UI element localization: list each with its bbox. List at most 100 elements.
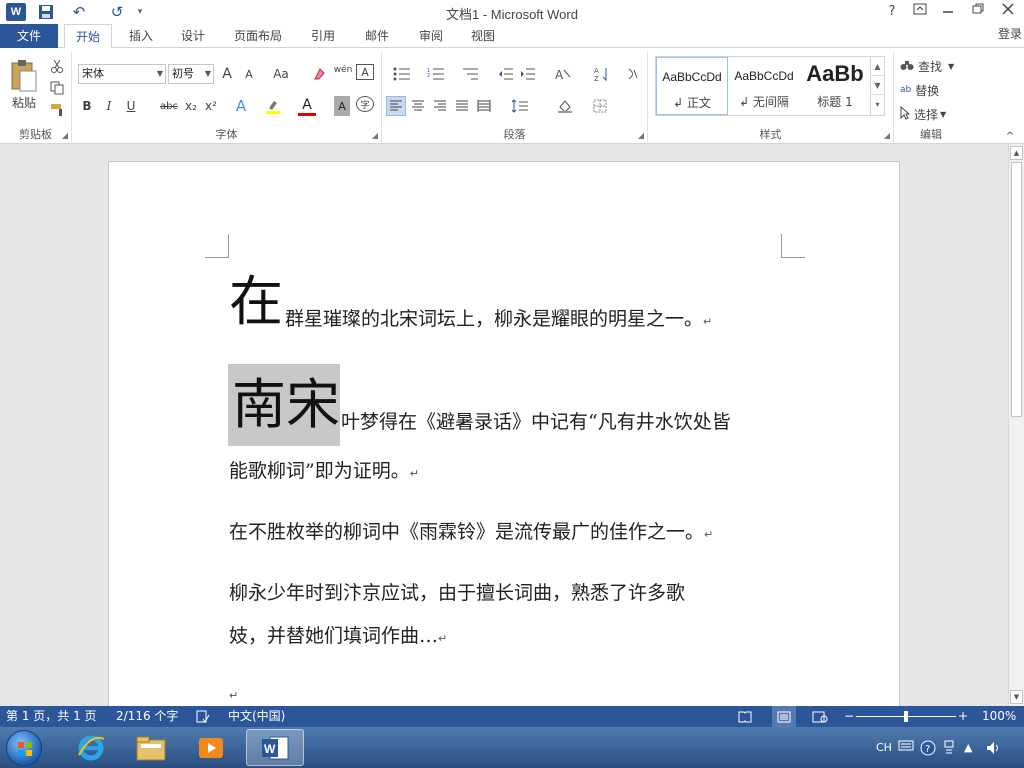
text-effects-button[interactable]: A <box>232 96 250 116</box>
proofing-icon[interactable] <box>196 706 210 727</box>
input-language-indicator[interactable]: CH <box>876 727 892 768</box>
page-count[interactable]: 第 1 页，共 1 页 <box>6 706 97 727</box>
more-icon[interactable]: ▾ <box>871 95 884 114</box>
style-heading-1[interactable]: AaBb 标题 1 <box>800 57 870 115</box>
tab-references[interactable]: 引用 <box>302 24 344 48</box>
sort-icon[interactable]: AZ <box>592 64 612 84</box>
internet-explorer-icon[interactable] <box>62 729 120 766</box>
windows-start-button[interactable] <box>6 730 42 766</box>
font-name-combo[interactable]: 宋体 ▼ <box>78 64 166 84</box>
minimize-icon[interactable] <box>934 2 962 22</box>
paragraph-text[interactable]: 妓，并替她们填词作曲…↵ <box>229 621 447 648</box>
styles-gallery-scroll[interactable]: ▲ ▼ ▾ <box>870 57 884 115</box>
justify-icon[interactable] <box>452 96 472 116</box>
bullets-icon[interactable] <box>388 64 416 84</box>
tab-home[interactable]: 开始 <box>64 24 112 49</box>
superscript-button[interactable]: x² <box>202 96 220 116</box>
multilevel-list-icon[interactable] <box>456 64 484 84</box>
format-painter-icon[interactable] <box>48 100 66 120</box>
tab-mailings[interactable]: 邮件 <box>356 24 398 48</box>
character-border-icon[interactable]: A <box>356 64 374 80</box>
keyboard-icon[interactable] <box>898 727 914 768</box>
word-taskbar-icon[interactable]: W <box>246 729 304 766</box>
document-page[interactable]: 在 群星璀璨的北宋词坛上，柳永是耀眼的明星之一。↵ 南宋 叶梦得在《避暑录话》中… <box>108 161 900 706</box>
copy-icon[interactable] <box>48 78 66 98</box>
underline-button[interactable]: U <box>122 96 140 116</box>
media-player-icon[interactable] <box>182 729 240 766</box>
collapse-ribbon-icon[interactable]: ^ <box>1002 126 1018 146</box>
zoom-level[interactable]: 100% <box>982 706 1016 727</box>
strikethrough-button[interactable]: abc <box>158 96 180 116</box>
increase-indent-icon[interactable] <box>518 64 538 84</box>
language-status[interactable]: 中文(中国) <box>228 706 285 727</box>
subscript-button[interactable]: x₂ <box>182 96 200 116</box>
enclose-characters-button[interactable]: 字 <box>356 96 374 112</box>
paragraph-text[interactable]: 群星璀璨的北宋词坛上，柳永是耀眼的明星之一。↵ <box>285 304 712 331</box>
distributed-icon[interactable] <box>474 96 494 116</box>
bold-button[interactable]: B <box>78 96 96 116</box>
dropcap[interactable]: 在 <box>229 272 283 332</box>
highlight-icon[interactable] <box>264 96 282 116</box>
font-color-button[interactable]: A <box>298 96 316 116</box>
paragraph-text[interactable]: 柳永少年时到汴京应试，由于擅长词曲，熟悉了许多歌 <box>229 578 685 605</box>
clear-formatting-icon[interactable] <box>310 64 328 84</box>
styles-launcher-icon[interactable]: ◢ <box>884 131 890 140</box>
help-tray-icon[interactable]: ? <box>920 727 936 768</box>
paragraph-text[interactable]: 在不胜枚举的柳词中《雨霖铃》是流传最广的佳作之一。↵ <box>229 517 713 544</box>
web-layout-icon[interactable] <box>812 706 828 727</box>
empty-paragraph[interactable]: ↵ <box>229 682 238 704</box>
find-button[interactable]: 查找 ▼ <box>900 56 962 76</box>
close-icon[interactable] <box>994 2 1022 22</box>
print-layout-icon[interactable] <box>772 706 796 727</box>
borders-icon[interactable] <box>586 96 614 116</box>
tab-file[interactable]: 文件 <box>0 24 58 48</box>
character-shading-button[interactable]: A <box>334 96 350 116</box>
help-button[interactable]: ? <box>878 2 906 22</box>
shading-icon[interactable] <box>550 96 580 116</box>
chevron-down-icon[interactable]: ▼ <box>871 76 884 95</box>
file-explorer-icon[interactable] <box>122 729 180 766</box>
style-no-spacing[interactable]: AaBbCcDd ↲ 无间隔 <box>728 57 800 115</box>
word-count[interactable]: 2/116 个字 <box>116 706 178 727</box>
ime-options-icon[interactable] <box>944 727 954 768</box>
tab-review[interactable]: 审阅 <box>410 24 452 48</box>
change-case-button[interactable]: Aa <box>266 64 296 84</box>
line-spacing-icon[interactable] <box>506 96 534 116</box>
grow-font-button[interactable]: A <box>218 64 236 84</box>
decrease-indent-icon[interactable] <box>496 64 516 84</box>
tab-insert[interactable]: 插入 <box>120 24 162 48</box>
show-marks-icon[interactable] <box>622 64 642 84</box>
scroll-thumb[interactable] <box>1011 162 1022 417</box>
zoom-out-icon[interactable]: − <box>844 706 854 727</box>
tab-view[interactable]: 视图 <box>462 24 504 48</box>
phonetic-guide-button[interactable]: wén <box>332 60 354 80</box>
asian-layout-icon[interactable]: A <box>550 64 576 84</box>
align-left-icon[interactable] <box>386 96 406 116</box>
paste-button[interactable]: 粘贴 <box>6 94 42 110</box>
scroll-down-icon[interactable]: ▼ <box>1010 690 1023 704</box>
paste-icon[interactable] <box>6 56 42 96</box>
zoom-slider-thumb[interactable] <box>904 711 908 722</box>
shrink-font-button[interactable]: A <box>240 64 258 84</box>
font-launcher-icon[interactable]: ◢ <box>372 131 378 140</box>
font-size-combo[interactable]: 初号 ▼ <box>168 64 214 84</box>
paragraph-text[interactable]: 叶梦得在《避暑录话》中记有“凡有井水饮处皆 <box>341 407 731 434</box>
dropcap-selected[interactable]: 南宋 <box>228 364 340 446</box>
select-button[interactable]: 选择 ▼ <box>900 104 962 124</box>
chevron-up-icon[interactable]: ▲ <box>871 57 884 76</box>
italic-button[interactable]: I <box>100 96 118 116</box>
tab-page-layout[interactable]: 页面布局 <box>228 24 288 48</box>
cut-icon[interactable] <box>48 56 66 76</box>
volume-icon[interactable] <box>986 727 1002 768</box>
zoom-in-icon[interactable]: + <box>958 706 968 727</box>
numbering-icon[interactable]: 12 <box>422 64 450 84</box>
scroll-up-icon[interactable]: ▲ <box>1010 146 1023 160</box>
read-mode-icon[interactable] <box>738 706 752 727</box>
tab-design[interactable]: 设计 <box>172 24 214 48</box>
document-area[interactable]: 在 群星璀璨的北宋词坛上，柳永是耀眼的明星之一。↵ 南宋 叶梦得在《避暑录话》中… <box>0 144 1008 706</box>
sign-in-link[interactable]: 登录 <box>998 24 1022 44</box>
style-normal[interactable]: AaBbCcDd ↲ 正文 <box>656 57 728 115</box>
clipboard-launcher-icon[interactable]: ◢ <box>62 131 68 140</box>
show-hidden-icons-icon[interactable]: ▲ <box>964 727 972 768</box>
align-center-icon[interactable] <box>408 96 428 116</box>
